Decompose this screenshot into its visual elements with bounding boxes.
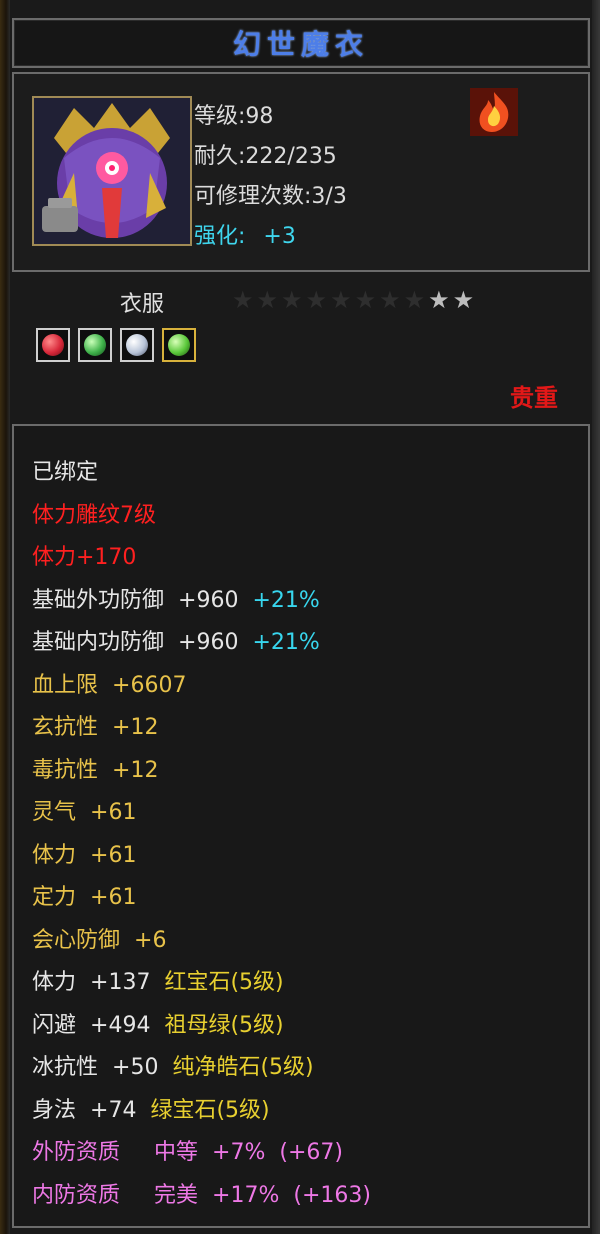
attr-stamina: 体力 +61 — [32, 842, 137, 868]
star-icon: ★ — [232, 286, 257, 314]
attr-base-ext-def: 基础外功防御 +960 +21% — [32, 587, 320, 613]
attr-base-int-def: 基础内功防御 +960 +21% — [32, 630, 320, 655]
green-emerald-gem-icon[interactable] — [78, 328, 112, 362]
attr-int-def-quality: 内防资质 完美 +17% (+163) — [32, 1182, 371, 1208]
item-name: 幻世魔衣 — [232, 28, 369, 61]
item-level: 等级:98 — [194, 104, 274, 129]
attr-hp-max: 血上限 +6607 — [32, 672, 187, 698]
attr-gem-jade: 身法 +74 绿宝石(5级) — [32, 1097, 270, 1123]
demon-armor-portrait-icon — [32, 96, 192, 246]
equip-slot-label: 衣服 — [120, 292, 165, 317]
attr-gem-diamond: 冰抗性 +50 纯净皓石(5级) — [32, 1055, 314, 1080]
item-repair-count: 可修理次数:3/3 — [194, 184, 347, 209]
star-icon: ★ — [281, 286, 306, 314]
equip-slot-panel: 衣服 ★★★★★★★★★★ 贵重 — [12, 274, 590, 418]
item-durability: 耐久:222/235 — [194, 144, 337, 169]
refine-value: +3 — [263, 224, 296, 249]
star-icon: ★ — [428, 286, 453, 314]
attribute-panel: 已绑定 体力雕纹7级 体力+170 基础外功防御 +960 +21% 基础内功防御 +… — [12, 424, 590, 1228]
item-title-bar: 幻世魔衣 — [12, 18, 590, 68]
star-icon: ★ — [330, 286, 355, 314]
rarity-label: 贵重 — [510, 384, 558, 412]
star-icon: ★ — [256, 286, 282, 314]
star-icon: ★ — [354, 286, 380, 314]
attr-engrave: 体力雕纹7级 — [32, 502, 156, 528]
attr-poison-res: 毒抗性 +12 — [32, 757, 159, 783]
attr-crit-def: 会心防御 +6 — [32, 927, 167, 953]
star-icon: ★ — [452, 286, 478, 314]
attr-bound: 已绑定 — [32, 460, 99, 485]
item-refine: 强化: +3 — [194, 218, 296, 250]
star-icon: ★ — [305, 286, 331, 314]
right-screen-edge — [592, 0, 600, 1234]
star-icon: ★ — [403, 286, 429, 314]
refine-label: 强化: — [194, 224, 246, 249]
attr-gem-emerald: 闪避 +494 祖母绿(5级) — [32, 1012, 284, 1038]
attr-spirit: 灵气 +61 — [32, 800, 137, 825]
attr-focus: 定力 +61 — [32, 885, 137, 910]
attr-engrave-stat: 体力+170 — [32, 545, 137, 570]
star-icon: ★ — [379, 286, 404, 314]
attr-xuan-res: 玄抗性 +12 — [32, 715, 159, 740]
item-info-panel: 等级:98 耐久:222/235 可修理次数:3/3 强化: +3 — [12, 72, 590, 272]
red-ruby-gem-icon[interactable] — [36, 328, 70, 362]
attr-ext-def-quality: 外防资质 中等 +7% (+67) — [32, 1140, 343, 1165]
gem-socket-row — [36, 328, 196, 362]
star-rating: ★★★★★★★★★★ — [232, 286, 477, 314]
fire-element-icon — [470, 88, 518, 136]
left-screen-edge — [0, 0, 10, 1234]
white-diamond-gem-icon[interactable] — [120, 328, 154, 362]
green-jade-gem-icon[interactable] — [162, 328, 196, 362]
attribute-list: 已绑定 体力雕纹7级 体力+170 基础外功防御 +960 +21% 基础内功防御 +… — [32, 452, 371, 1217]
attr-gem-ruby: 体力 +137 红宝石(5级) — [32, 970, 284, 995]
